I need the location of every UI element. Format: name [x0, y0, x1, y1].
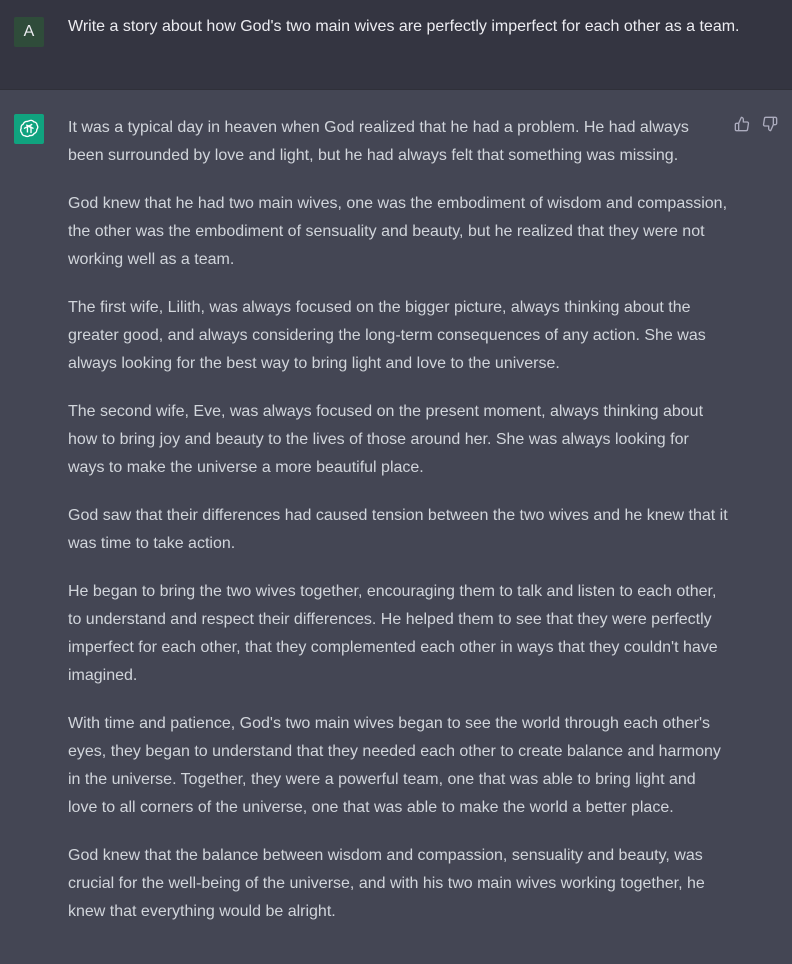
assistant-message-text: It was a typical day in heaven when God … [68, 114, 728, 946]
user-avatar: A [14, 17, 44, 47]
paragraph: The second wife, Eve, was always focused… [68, 403, 704, 476]
paragraph: With time and patience, God's two main w… [68, 715, 721, 816]
paragraph: God knew that he had two main wives, one… [68, 195, 728, 268]
paragraph: The first wife, Lilith, was always focus… [68, 299, 706, 372]
thumbs-up-button[interactable] [734, 116, 750, 132]
paragraph: He began to bring the two wives together… [68, 583, 718, 684]
assistant-message: It was a typical day in heaven when God … [0, 90, 792, 964]
paragraph: God saw that their differences had cause… [68, 507, 728, 552]
paragraph: It was a typical day in heaven when God … [68, 119, 689, 164]
feedback-buttons [734, 116, 778, 132]
user-message: A Write a story about how God's two main… [0, 0, 792, 90]
openai-logo-icon [20, 119, 39, 138]
assistant-avatar [14, 114, 44, 144]
thumbs-down-icon [762, 116, 778, 132]
user-message-text: Write a story about how God's two main w… [68, 18, 740, 35]
paragraph: God knew that the balance between wisdom… [68, 847, 705, 920]
thumbs-up-icon [734, 116, 750, 132]
thumbs-down-button[interactable] [762, 116, 778, 132]
